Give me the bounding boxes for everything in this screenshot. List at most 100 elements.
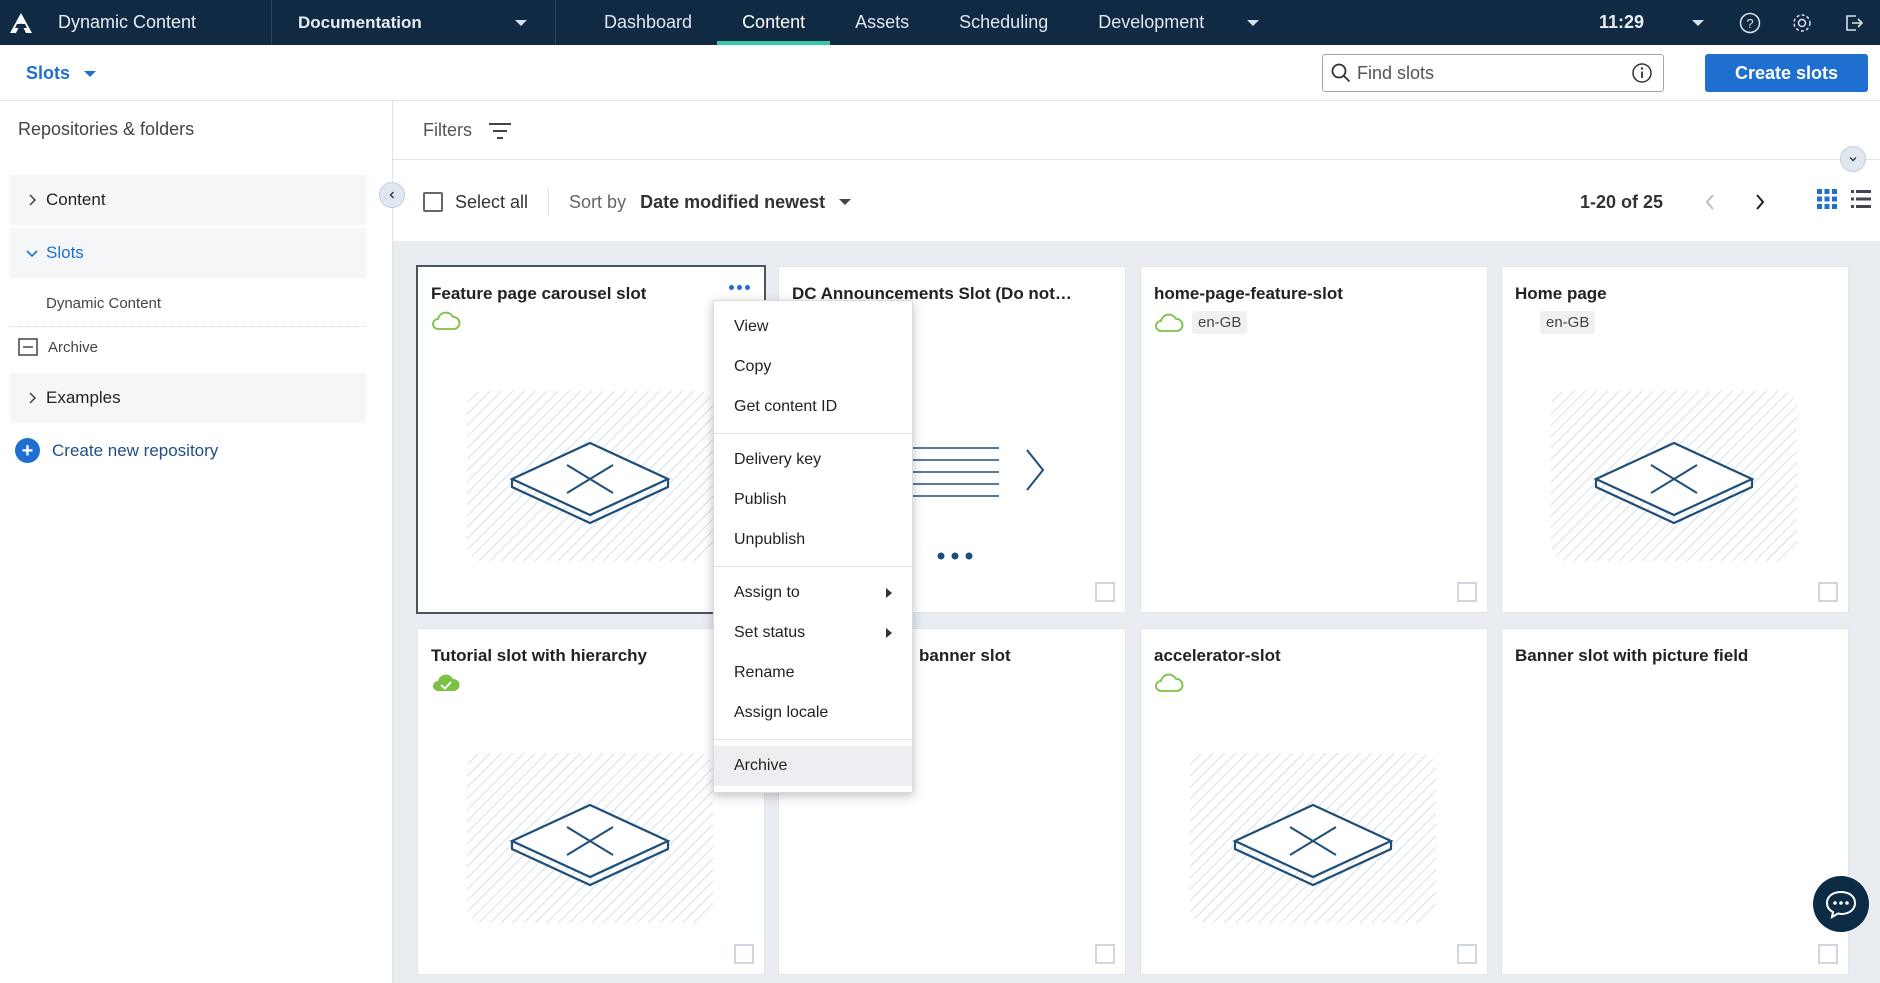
slot-card-title: home-page-feature-slot [1154, 284, 1343, 303]
card-checkbox[interactable] [1457, 582, 1477, 602]
svg-text:?: ? [1746, 16, 1753, 31]
clock-dropdown-button[interactable] [1672, 0, 1724, 45]
gear-icon [1793, 13, 1811, 32]
filter-icon [489, 122, 511, 139]
filters-toggle[interactable]: Filters [423, 120, 512, 141]
divider [393, 159, 1880, 160]
archive-icon [18, 338, 38, 356]
slots-view-selector[interactable]: Slots [26, 63, 97, 84]
hub-selector[interactable]: Documentation [271, 0, 556, 45]
slot-card-title: accelerator-slot [1154, 646, 1281, 665]
menu-item-rename[interactable]: Rename [714, 653, 912, 693]
tab-development[interactable]: Development [1073, 0, 1229, 45]
slot-card-title: Banner slot with picture field [1515, 646, 1749, 665]
menu-item-label: Set status [734, 624, 806, 641]
next-page-button[interactable] [1743, 185, 1777, 219]
chevron-down-icon[interactable] [839, 199, 852, 205]
menu-item-publish[interactable]: Publish [714, 480, 912, 520]
chat-icon [1825, 890, 1857, 919]
sidebar-item-label: Archive [48, 338, 99, 356]
card-status [431, 311, 461, 331]
chevron-left-icon [389, 191, 394, 199]
slot-card[interactable]: accelerator-slot [1141, 629, 1487, 974]
tab-content[interactable]: Content [717, 0, 831, 45]
settings-button[interactable] [1776, 0, 1828, 45]
chat-button[interactable] [1813, 876, 1869, 932]
card-checkbox[interactable] [1095, 944, 1115, 964]
expand-filters-button[interactable] [1840, 146, 1866, 172]
filters-label: Filters [423, 120, 472, 140]
create-repository-link[interactable]: + Create new repository [15, 438, 218, 463]
locale-badge: en-GB [1192, 311, 1248, 334]
sort-label: Sort by [569, 191, 627, 212]
sidebar-item-examples[interactable]: Examples [10, 373, 366, 423]
chevron-down-icon [26, 250, 38, 258]
create-slots-button[interactable]: Create slots [1705, 54, 1868, 92]
sidebar-item-archive[interactable]: Archive [18, 338, 98, 356]
help-button[interactable]: ? [1724, 0, 1776, 45]
menu-item-unpublish[interactable]: Unpublish [714, 520, 912, 560]
slot-card[interactable]: Home page en-GB [1502, 267, 1848, 612]
menu-item-delivery-key[interactable]: Delivery key [714, 440, 912, 480]
card-context-menu: View Copy Get content ID Delivery key Pu… [713, 300, 913, 793]
list-toolbar: Select all Sort by Date modified newest … [423, 185, 1871, 219]
cloud-outline-icon [1155, 673, 1184, 692]
plus-icon: + [15, 438, 40, 463]
amplience-logo-icon[interactable] [0, 0, 42, 45]
menu-item-label: Delivery key [734, 451, 822, 468]
card-checkbox[interactable] [1095, 582, 1115, 602]
slot-card-title: banner slot [919, 646, 1011, 665]
slot-placeholder-icon [1190, 753, 1436, 923]
slot-card-title: Tutorial slot with hierarchy [431, 646, 647, 665]
collapse-sidebar-button[interactable] [379, 182, 405, 208]
nav-more-button[interactable] [1229, 0, 1271, 45]
checkbox[interactable] [423, 192, 443, 212]
slot-placeholder-icon [467, 753, 713, 923]
card-checkbox[interactable] [1818, 944, 1838, 964]
chevron-down-icon [84, 70, 97, 77]
tab-assets[interactable]: Assets [830, 0, 934, 45]
help-icon: ? [1739, 12, 1761, 33]
select-all-checkbox[interactable]: Select all [423, 192, 528, 213]
info-icon[interactable] [1631, 62, 1653, 84]
menu-item-label: Publish [734, 491, 787, 508]
menu-item-set-status[interactable]: Set status [714, 613, 912, 653]
card-checkbox[interactable] [1457, 944, 1477, 964]
menu-item-assign-to[interactable]: Assign to [714, 573, 912, 613]
list-view-icon[interactable] [1851, 189, 1871, 209]
slot-card[interactable]: Banner slot with picture field [1502, 629, 1848, 974]
caret-right-icon [886, 628, 892, 638]
menu-item-get-content-id[interactable]: Get content ID [714, 387, 912, 427]
slot-placeholder-icon [1551, 391, 1797, 561]
tab-dashboard[interactable]: Dashboard [579, 0, 717, 45]
sidebar-item-content[interactable]: Content [10, 175, 366, 225]
cloud-outline-icon [1155, 313, 1184, 332]
menu-item-view[interactable]: View [714, 307, 912, 347]
slots-grid: Feature page carousel slot DC Announceme… [393, 241, 1880, 983]
logout-icon [1846, 14, 1864, 31]
previous-page-button[interactable] [1693, 185, 1727, 219]
sidebar-item-slots[interactable]: Slots [10, 228, 366, 278]
card-status: en-GB [1154, 311, 1248, 334]
search-input[interactable] [1357, 62, 1631, 84]
menu-divider [714, 433, 912, 434]
tab-scheduling[interactable]: Scheduling [934, 0, 1073, 45]
list-preview-icon [899, 447, 1045, 560]
more-options-icon[interactable] [729, 285, 750, 290]
caret-right-icon [886, 588, 892, 598]
sidebar-subitem-dynamic-content[interactable]: Dynamic Content [46, 295, 161, 312]
menu-item-copy[interactable]: Copy [714, 347, 912, 387]
card-checkbox[interactable] [1818, 582, 1838, 602]
chevron-down-icon [1247, 19, 1260, 26]
logout-button[interactable] [1828, 0, 1880, 45]
top-right-tools: 11:29 ? [1599, 0, 1880, 45]
menu-item-assign-locale[interactable]: Assign locale [714, 693, 912, 733]
divider [10, 326, 366, 327]
card-checkbox[interactable] [734, 944, 754, 964]
sort-dropdown[interactable]: Date modified newest [640, 192, 825, 213]
menu-item-label: Copy [734, 358, 772, 375]
menu-item-archive[interactable]: Archive [714, 746, 912, 786]
menu-item-label: Assign locale [734, 704, 829, 721]
grid-view-icon[interactable] [1817, 189, 1837, 209]
slot-card[interactable]: home-page-feature-slot en-GB [1141, 267, 1487, 612]
